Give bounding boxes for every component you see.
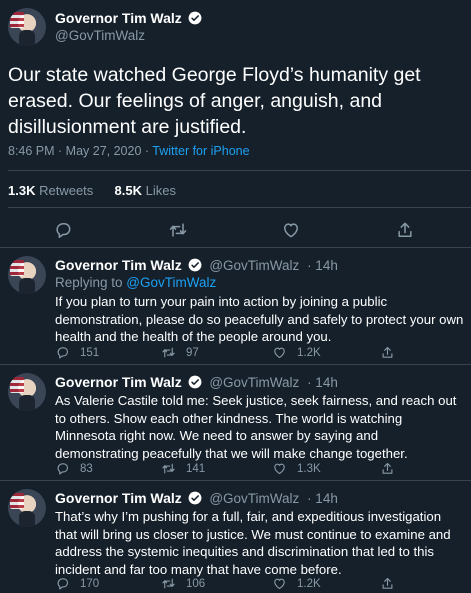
like-button[interactable]: 1.2K — [272, 345, 321, 360]
likes-count: 8.5K — [114, 183, 143, 198]
reply-count: 170 — [80, 577, 100, 590]
reply-button[interactable]: 83 — [55, 461, 93, 476]
avatar[interactable] — [8, 373, 46, 411]
author-name[interactable]: Governor Tim Walz — [55, 374, 182, 390]
tweet-time[interactable]: · 14h — [307, 258, 338, 273]
share-icon — [382, 462, 393, 474]
likes-label: Likes — [145, 183, 176, 198]
retweet-icon — [162, 463, 175, 474]
retweets-stat[interactable]: 1.3K Retweets — [8, 183, 93, 198]
retweet-button[interactable]: 97 — [161, 345, 199, 360]
reply-tweet[interactable]: Governor Tim Walz @GovTimWalz · 14h As V… — [0, 365, 471, 481]
tweet-time[interactable]: · 14h — [307, 375, 338, 390]
reply-count: 151 — [80, 346, 100, 359]
like-icon — [274, 463, 285, 475]
reply-tweet[interactable]: Governor Tim Walz @GovTimWalz · 14h That… — [0, 481, 471, 593]
like-icon[interactable] — [281, 220, 301, 240]
reply-count: 83 — [80, 462, 93, 475]
main-tweet: Governor Tim Walz @GovTimWalz Our state … — [0, 0, 471, 248]
like-count: 1.3K — [297, 462, 321, 475]
verified-badge-icon — [188, 491, 201, 505]
replying-to: Replying to @GovTimWalz — [55, 275, 216, 290]
author-name[interactable]: Governor Tim Walz — [55, 257, 182, 273]
reply-icon — [57, 463, 69, 475]
reply-text: That’s why I’m pushing for a full, fair,… — [55, 509, 451, 577]
tweet-meta: 8:46 PM · May 27, 2020 · Twitter for iPh… — [8, 144, 250, 158]
reply-icon — [57, 578, 69, 590]
retweet-count: 97 — [186, 346, 199, 359]
avatar[interactable] — [8, 256, 46, 294]
reply-text: If you plan to turn your pain into actio… — [55, 294, 464, 344]
author-handle[interactable]: @GovTimWalz — [209, 491, 299, 506]
like-button[interactable]: 1.3K — [272, 461, 321, 476]
reply-text: As Valerie Castile told me: Seek justice… — [55, 393, 457, 461]
tweet-stats: 1.3K Retweets 8.5K Likes — [8, 183, 176, 198]
author-handle[interactable]: @GovTimWalz — [209, 375, 299, 390]
retweet-button[interactable]: 106 — [161, 576, 205, 591]
replying-to-handle[interactable]: @GovTimWalz — [126, 275, 216, 290]
retweet-icon — [162, 347, 175, 358]
retweet-button[interactable]: 141 — [161, 461, 205, 476]
reply-icon[interactable] — [53, 220, 73, 240]
reply-header: Governor Tim Walz @GovTimWalz · 14h — [55, 374, 338, 390]
divider — [8, 207, 471, 208]
retweet-count: 141 — [186, 462, 206, 475]
tweet-time[interactable]: · 14h — [307, 491, 338, 506]
author-name[interactable]: Governor Tim Walz — [55, 490, 182, 506]
reply-tweet[interactable]: Governor Tim Walz @GovTimWalz · 14h Repl… — [0, 248, 471, 365]
verified-badge-icon — [188, 11, 202, 25]
tweet-text: Our state watched George Floyd’s humanit… — [8, 64, 421, 138]
share-icon — [382, 346, 393, 358]
share-button[interactable] — [380, 345, 395, 360]
like-icon — [274, 578, 285, 590]
reply-header: Governor Tim Walz @GovTimWalz · 14h — [55, 490, 338, 506]
tweet-timestamp[interactable]: 8:46 PM · May 27, 2020 · — [8, 144, 152, 158]
tweet-actions — [0, 218, 471, 242]
author-name[interactable]: Governor Tim Walz — [55, 10, 182, 26]
reply-actions: 83 141 1.3K — [55, 461, 455, 479]
like-icon — [274, 347, 285, 359]
retweets-label: Retweets — [39, 183, 94, 198]
avatar[interactable] — [8, 489, 46, 527]
retweet-icon[interactable] — [168, 220, 188, 240]
tweet-source-link[interactable]: Twitter for iPhone — [152, 144, 249, 158]
reply-icon — [57, 347, 69, 359]
reply-button[interactable]: 170 — [55, 576, 99, 591]
author-handle[interactable]: @GovTimWalz — [55, 28, 145, 43]
share-icon[interactable] — [395, 220, 415, 240]
likes-stat[interactable]: 8.5K Likes — [115, 183, 176, 198]
verified-badge-icon — [188, 258, 201, 272]
divider — [8, 170, 471, 171]
reply-button[interactable]: 151 — [55, 345, 99, 360]
reply-actions: 151 97 1.2K — [55, 345, 455, 363]
share-button[interactable] — [380, 576, 395, 591]
like-button[interactable]: 1.2K — [272, 576, 321, 591]
replying-to-label: Replying to — [55, 275, 127, 290]
reply-actions: 170 106 1.2K — [55, 576, 455, 593]
retweet-icon — [162, 578, 175, 589]
author-name-row: Governor Tim Walz — [55, 10, 202, 28]
share-button[interactable] — [380, 461, 395, 476]
avatar[interactable] — [8, 8, 46, 46]
retweet-count: 106 — [186, 577, 206, 590]
reply-header: Governor Tim Walz @GovTimWalz · 14h — [55, 257, 338, 273]
verified-badge-icon — [188, 375, 201, 389]
like-count: 1.2K — [297, 577, 321, 590]
like-count: 1.2K — [297, 346, 321, 359]
share-icon — [382, 577, 393, 589]
author-handle[interactable]: @GovTimWalz — [209, 258, 299, 273]
retweets-count: 1.3K — [8, 183, 36, 198]
